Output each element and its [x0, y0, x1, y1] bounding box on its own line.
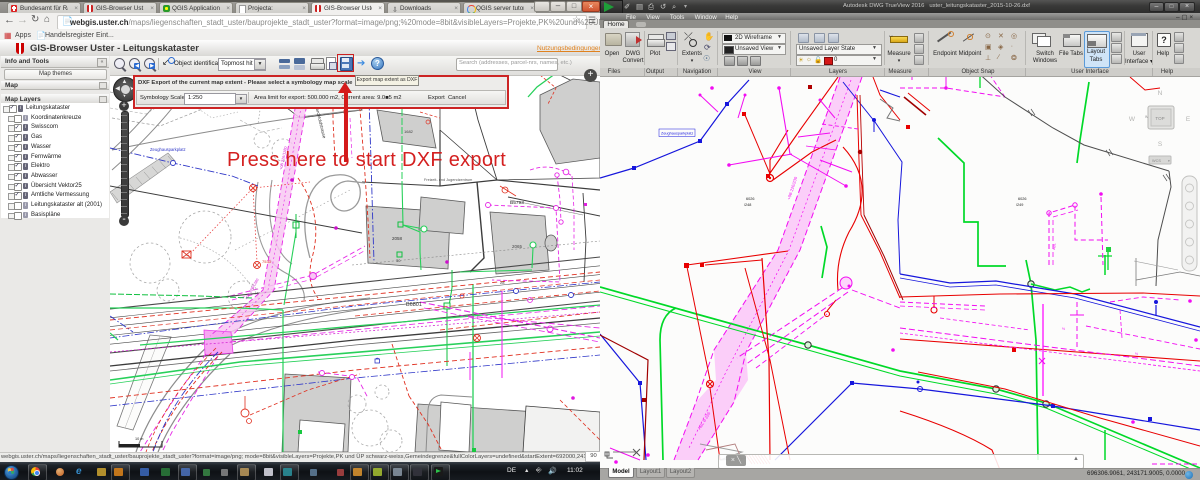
svg-text:/248: /248: [744, 203, 751, 207]
svg-text:6026: 6026: [1018, 197, 1026, 201]
svg-text:WCS: WCS: [1152, 159, 1161, 163]
svg-text:10 m: 10 m: [135, 437, 143, 441]
svg-text:ABL: ABL: [1052, 243, 1057, 250]
svg-text:Freizeit- und Jugendzentrum: Freizeit- und Jugendzentrum: [424, 178, 472, 182]
svg-text:W: W: [1129, 116, 1136, 123]
svg-text:▾: ▾: [1168, 159, 1170, 163]
svg-text:B5793: B5793: [510, 200, 524, 206]
svg-text:/249: /249: [1016, 203, 1023, 207]
svg-text:1682: 1682: [404, 129, 414, 134]
svg-text:B6801: B6801: [406, 302, 422, 308]
svg-text:2058: 2058: [392, 236, 403, 241]
svg-text:S: S: [1158, 141, 1163, 148]
svg-text:28: 28: [500, 280, 505, 285]
svg-text:½: ½: [1135, 352, 1138, 356]
svg-text:7533: 7533: [262, 259, 272, 264]
svg-text:N: N: [1158, 90, 1163, 97]
svg-text:TOP: TOP: [1155, 116, 1164, 121]
svg-text:½: ½: [1062, 327, 1065, 331]
svg-text:E: E: [1186, 116, 1191, 123]
svg-text:Zeughausparkplatz: Zeughausparkplatz: [661, 132, 693, 136]
svg-text:Zeughausparkplatz: Zeughausparkplatz: [150, 147, 186, 152]
svg-text:2065: 2065: [512, 244, 523, 249]
svg-text:6026: 6026: [746, 197, 754, 201]
